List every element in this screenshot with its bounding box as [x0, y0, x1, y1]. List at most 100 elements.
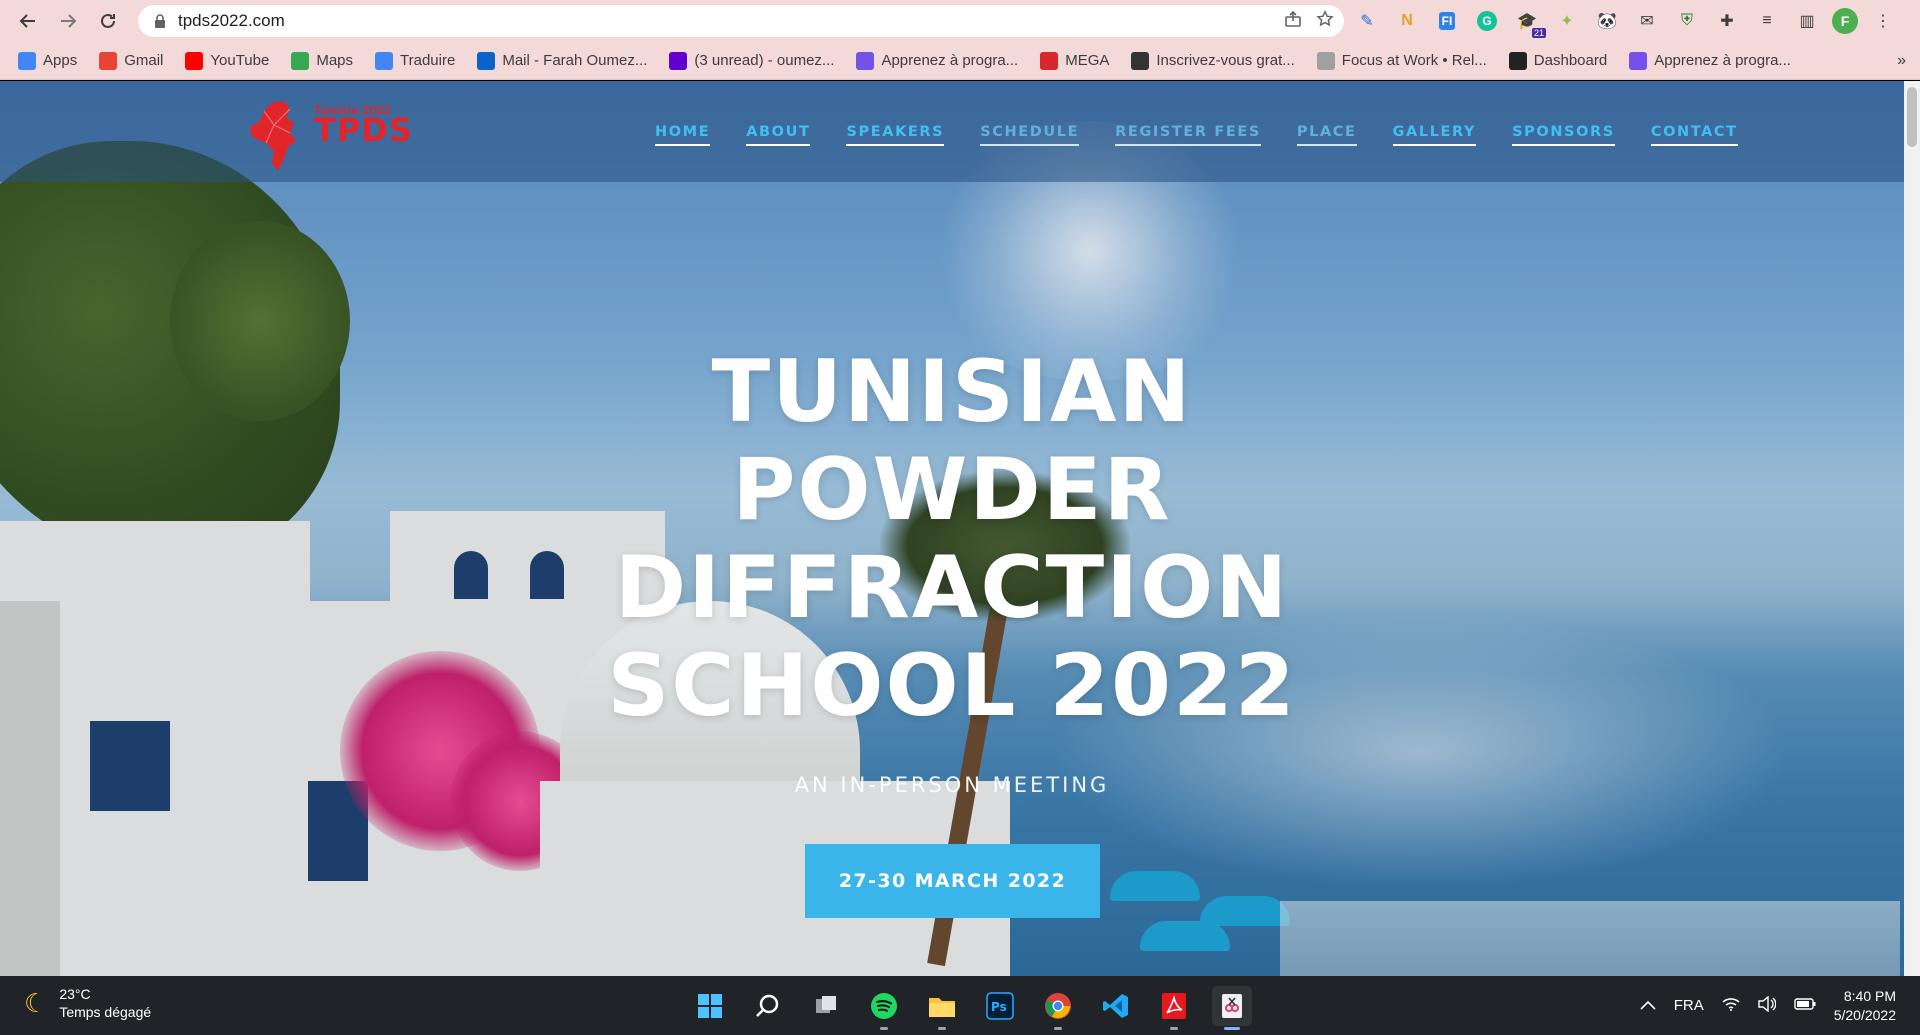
back-button[interactable] — [10, 3, 46, 39]
running-indicator — [1054, 1026, 1062, 1030]
nav-sponsors[interactable]: SPONSORS — [1512, 124, 1615, 146]
bookmark-item[interactable]: Focus at Work • Rel... — [1316, 51, 1487, 70]
nav-speakers[interactable]: SPEAKERS — [846, 124, 945, 146]
clock-time: 8:40 PM — [1843, 987, 1896, 1004]
cisco-icon — [1131, 51, 1150, 70]
forward-button[interactable] — [50, 3, 86, 39]
running-indicator — [880, 1026, 888, 1030]
running-indicator — [1170, 1026, 1178, 1030]
gmail-icon — [99, 51, 118, 70]
yahoo-mail-icon — [669, 51, 688, 70]
photoshop-icon[interactable]: Ps — [980, 986, 1020, 1026]
windows-start-icon[interactable] — [690, 986, 730, 1026]
outlook-icon — [477, 51, 496, 70]
nav-register-fees[interactable]: REGISTER FEES — [1115, 124, 1261, 146]
nav-gallery[interactable]: GALLERY — [1392, 124, 1477, 146]
hero-title-line: TUNISIAN — [711, 342, 1193, 442]
leaf-extension-icon[interactable]: ✦ — [1552, 6, 1582, 36]
nav-contact[interactable]: CONTACT — [1650, 124, 1738, 146]
forward-arrow-icon — [61, 14, 77, 28]
reading-list-icon[interactable]: ≡ — [1752, 6, 1782, 36]
fi-extension-icon[interactable]: FI — [1432, 6, 1462, 36]
scrollbar-thumb[interactable] — [1907, 87, 1917, 147]
running-indicator — [1224, 1026, 1240, 1030]
bookmark-label: Focus at Work • Rel... — [1341, 52, 1487, 69]
side-panel-icon[interactable]: ▥ — [1792, 6, 1822, 36]
search-icon[interactable] — [748, 986, 788, 1026]
maps-icon — [291, 51, 310, 70]
event-dates-button[interactable]: 27-30 MARCH 2022 — [805, 844, 1100, 918]
taskbar-apps: Ps — [690, 976, 1252, 1035]
battery-icon[interactable] — [1794, 997, 1816, 1014]
bookmark-label: Dashboard — [1533, 52, 1608, 69]
moodle-icon — [1508, 51, 1527, 70]
bookmark-item[interactable]: Inscrivez-vous grat... — [1131, 51, 1295, 70]
page-scrollbar[interactable] — [1904, 81, 1920, 976]
back-arrow-icon — [19, 14, 35, 28]
nav-place[interactable]: PLACE — [1296, 124, 1357, 146]
bookmark-label: Maps — [316, 52, 354, 69]
shield-extension-icon[interactable]: ⛨ — [1672, 6, 1702, 36]
bookmark-label: Apprenez à progra... — [881, 52, 1019, 69]
openclassrooms-icon — [1629, 51, 1648, 70]
bookmark-label: Inscrivez-vous grat... — [1156, 52, 1295, 69]
bookmark-item[interactable]: Dashboard — [1508, 51, 1608, 70]
profile-avatar[interactable]: F — [1832, 8, 1858, 34]
hero-title-line: POWDER — [732, 440, 1172, 540]
bookmark-star-icon[interactable] — [1316, 9, 1334, 33]
bookmark-label: Apps — [43, 52, 78, 69]
graduation-cap-icon[interactable]: 🎓 21 — [1512, 6, 1546, 38]
weather-temp: 23°C — [59, 986, 91, 1002]
bookmark-item[interactable]: YouTube — [185, 51, 269, 70]
snipping-tool-icon[interactable] — [1212, 985, 1252, 1030]
bookmark-item[interactable]: Apps — [18, 51, 78, 70]
bookmark-item[interactable]: Mail - Farah Oumez... — [477, 51, 647, 70]
task-view-icon[interactable] — [806, 986, 846, 1026]
hero-subtitle: AN IN-PERSON MEETING — [794, 773, 1110, 797]
spotify-icon[interactable] — [864, 986, 904, 1030]
notion-extension-icon[interactable]: N — [1392, 6, 1422, 36]
weather-desc: Temps dégagé — [59, 1004, 152, 1020]
focus-icon — [1316, 51, 1335, 70]
highlighter-icon[interactable]: ✎ — [1352, 6, 1382, 36]
acrobat-icon[interactable] — [1154, 986, 1194, 1030]
bookmark-item[interactable]: Traduire — [375, 51, 455, 70]
bookmark-item[interactable]: Gmail — [99, 51, 163, 70]
bookmark-item[interactable]: Apprenez à progra... — [1629, 51, 1791, 70]
bookmark-item[interactable]: Maps — [291, 51, 354, 70]
chrome-icon[interactable] — [1038, 986, 1078, 1030]
nav-home[interactable]: HOME — [655, 124, 711, 146]
more-bookmarks-icon[interactable]: » — [1897, 52, 1906, 70]
site-header: Tunisia 2022 TPDS HOME ABOUT SPEAKERS SC… — [0, 81, 1904, 182]
tunisia-map-logo-icon — [250, 101, 296, 171]
vscode-icon[interactable] — [1096, 986, 1136, 1026]
volume-icon[interactable] — [1758, 995, 1777, 1016]
clock-date: 5/20/2022 — [1833, 1006, 1896, 1023]
wifi-icon[interactable] — [1722, 997, 1740, 1015]
input-language[interactable]: FRA — [1674, 997, 1704, 1014]
chevron-up-icon[interactable] — [1640, 997, 1656, 1014]
share-icon[interactable] — [1284, 10, 1302, 33]
site-logo[interactable]: Tunisia 2022 TPDS — [244, 97, 412, 173]
mega-icon — [1040, 51, 1059, 70]
weather-widget[interactable]: ☾ 23°C Temps dégagé — [24, 985, 151, 1021]
mail-envelope-icon[interactable]: ✉ — [1632, 6, 1662, 36]
translate-icon — [375, 51, 394, 70]
hero-title: TUNISIAN POWDER DIFFRACTION SCHOOL 2022 — [0, 343, 1904, 735]
panda-icon[interactable]: 🐼 — [1592, 6, 1622, 36]
bookmark-label: Apprenez à progra... — [1654, 52, 1791, 69]
system-clock[interactable]: 8:40 PM 5/20/2022 — [1834, 987, 1896, 1025]
reload-button[interactable] — [90, 3, 126, 39]
nav-schedule[interactable]: SCHEDULE — [980, 124, 1080, 146]
nav-about[interactable]: ABOUT — [746, 124, 811, 146]
bookmark-item[interactable]: MEGA — [1040, 51, 1109, 70]
bookmark-item[interactable]: Apprenez à progra... — [856, 51, 1019, 70]
address-bar[interactable]: tpds2022.com — [138, 5, 1344, 37]
svg-text:Ps: Ps — [991, 1000, 1007, 1014]
page-viewport: Tunisia 2022 TPDS HOME ABOUT SPEAKERS SC… — [0, 81, 1904, 976]
browser-menu-icon[interactable]: ⋮ — [1868, 6, 1898, 36]
grammarly-icon[interactable]: G — [1472, 6, 1502, 36]
bookmark-item[interactable]: (3 unread) - oumez... — [669, 51, 834, 70]
file-explorer-icon[interactable] — [922, 986, 962, 1030]
puzzle-extensions-icon[interactable]: ✚ — [1712, 6, 1742, 36]
